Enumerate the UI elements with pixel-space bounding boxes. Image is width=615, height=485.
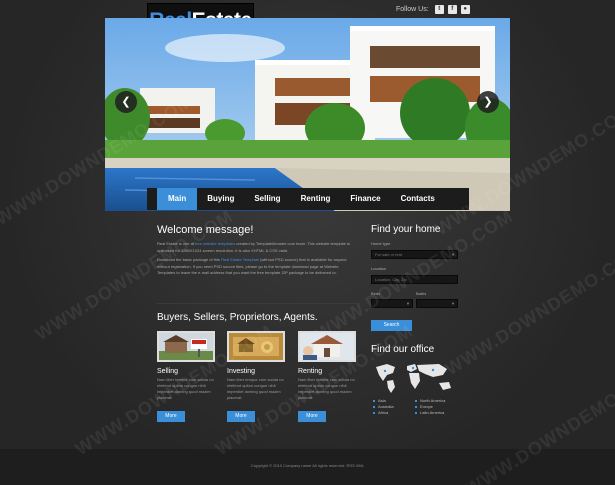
main-nav: Main Buying Selling Renting Finance Cont… — [147, 188, 469, 210]
bullet-icon — [415, 412, 417, 414]
card-text: Nam liber tempor cum soluta no eleifend … — [227, 377, 284, 400]
selling-more-button[interactable]: More — [157, 411, 185, 422]
bullet-icon — [415, 400, 417, 402]
bullet-icon — [373, 412, 375, 414]
real-estate-template-link[interactable]: Real Estate Template — [221, 257, 259, 262]
slider-prev-button[interactable]: ❮ — [115, 91, 137, 113]
office-legend: Asia North America Australia Europe Afri… — [373, 398, 463, 416]
nav-buying[interactable]: Buying — [197, 188, 244, 210]
facebook-icon[interactable]: f — [447, 5, 457, 14]
bullet-icon — [373, 400, 375, 402]
buyers-title: Buyers, Sellers, Proprietors, Agents. — [157, 312, 318, 323]
renting-more-button[interactable]: More — [298, 411, 326, 422]
bullet-icon — [373, 406, 375, 408]
content-divider — [157, 303, 357, 304]
bullet-icon — [415, 406, 417, 408]
find-home-title: Find your home — [371, 224, 441, 235]
chevron-down-icon: ▼ — [451, 301, 455, 306]
rss-icon[interactable]: ● — [460, 5, 470, 14]
nav-renting[interactable]: Renting — [291, 188, 341, 210]
twitter-icon[interactable]: t — [434, 5, 444, 14]
slider-next-button[interactable]: ❯ — [477, 91, 499, 113]
region-africa[interactable]: Africa — [378, 410, 388, 416]
nav-main[interactable]: Main — [157, 188, 198, 210]
baths-select[interactable]: ▼ — [416, 299, 458, 308]
nav-contacts[interactable]: Contacts — [391, 188, 445, 210]
follow-us-label: Follow Us: — [396, 6, 429, 13]
baths-label: Baths — [416, 291, 427, 296]
region-latin-america[interactable]: Latin America — [420, 410, 444, 416]
nav-finance[interactable]: Finance — [340, 188, 390, 210]
home-type-label: Home type — [371, 241, 391, 246]
location-label: Location — [371, 266, 387, 271]
follow-us: Follow Us: t f ● — [396, 5, 470, 14]
chevron-down-icon: ▼ — [406, 301, 410, 306]
home-type-value: For sale or rent — [375, 252, 403, 257]
card-title: Investing — [227, 368, 256, 375]
nav-selling[interactable]: Selling — [244, 188, 290, 210]
